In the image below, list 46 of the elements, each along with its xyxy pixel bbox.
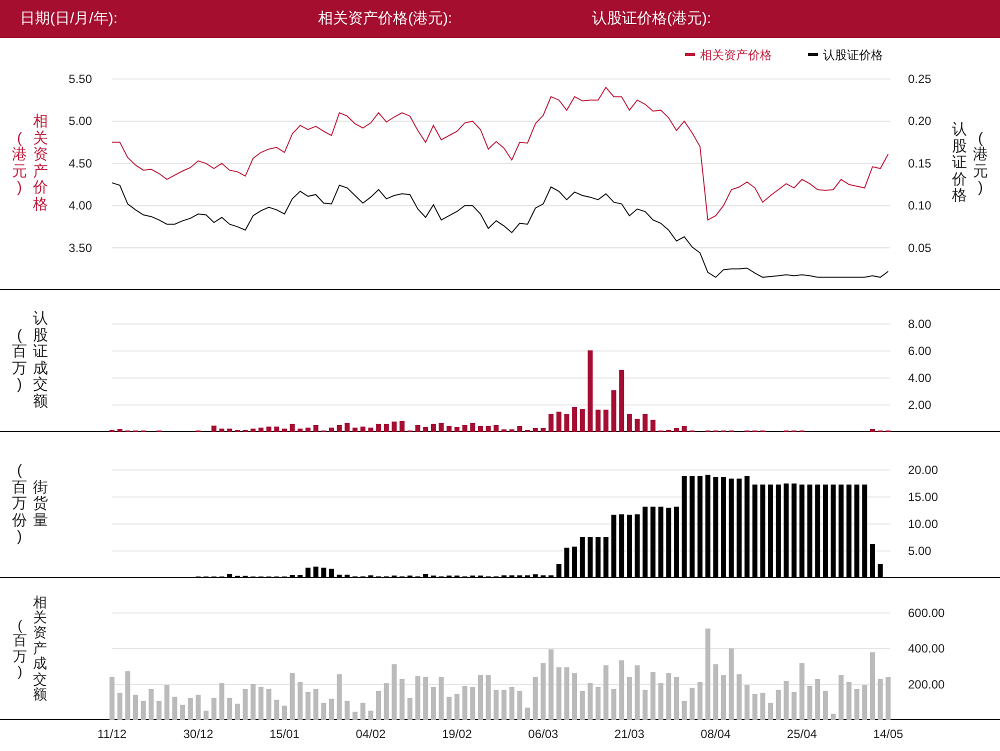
y-tick-label: 4.00 [908,371,932,385]
y-tick-label: 200.00 [908,677,945,692]
axis-unit-label: (百万) [13,618,27,680]
axis-title: 相关资产价格 [33,114,48,213]
y-tick-label: 2.00 [908,398,932,412]
y-tick-label: 0.10 [908,198,932,213]
header-label: 相关资产价格(港元): [318,10,452,27]
y-tick-label: 0.25 [908,72,932,86]
y-tick-label: 15.00 [908,490,938,504]
y-tick-label: 6.00 [908,344,932,358]
legend-label: 相关资产价格 [700,48,772,62]
y-tick-label: 8.00 [908,317,932,331]
header-label: 认股证价格(港元): [592,10,712,27]
x-tick-label: 30/12 [183,727,214,741]
x-tick-label: 04/02 [356,727,386,741]
y-tick-label: 600.00 [908,606,945,620]
y-tick-label: 4.00 [68,198,92,213]
x-tick-label: 08/04 [700,727,731,741]
axis-unit-label: (港元) [973,130,988,196]
x-tick-label: 14/05 [873,727,904,741]
y-tick-label: 400.00 [908,642,945,656]
axis-title: 认股证成交额 [33,311,48,410]
y-tick-label: 10.00 [908,517,938,531]
axis-unit-label: (百万份) [12,463,27,546]
x-tick-label: 21/03 [614,727,644,741]
axis-title: 街货量 [33,480,48,530]
axis-title: 认股证价格 [952,122,967,205]
x-tick-label: 15/01 [269,727,300,741]
y-tick-label: 0.20 [908,114,932,128]
y-tick-label: 4.50 [68,156,92,170]
axis-unit-label: (百万) [12,328,27,394]
header-label: 日期(日/月/年): [20,10,118,27]
y-tick-label: 20.00 [908,463,938,477]
y-tick-label: 0.15 [908,156,932,170]
axis-unit-label: (港元) [12,130,27,196]
y-tick-label: 5.00 [908,544,932,558]
axis-title: 相关资产成交额 [33,594,47,702]
y-tick-label: 3.50 [68,240,92,255]
legend-label: 认股证价格 [823,48,883,62]
x-tick-label: 19/02 [442,727,472,741]
x-tick-label: 06/03 [528,727,558,741]
y-tick-label: 0.05 [908,240,932,255]
x-tick-label: 25/04 [786,727,817,741]
x-tick-label: 11/12 [97,727,127,741]
y-tick-label: 5.50 [68,72,92,86]
y-tick-label: 5.00 [68,114,92,128]
